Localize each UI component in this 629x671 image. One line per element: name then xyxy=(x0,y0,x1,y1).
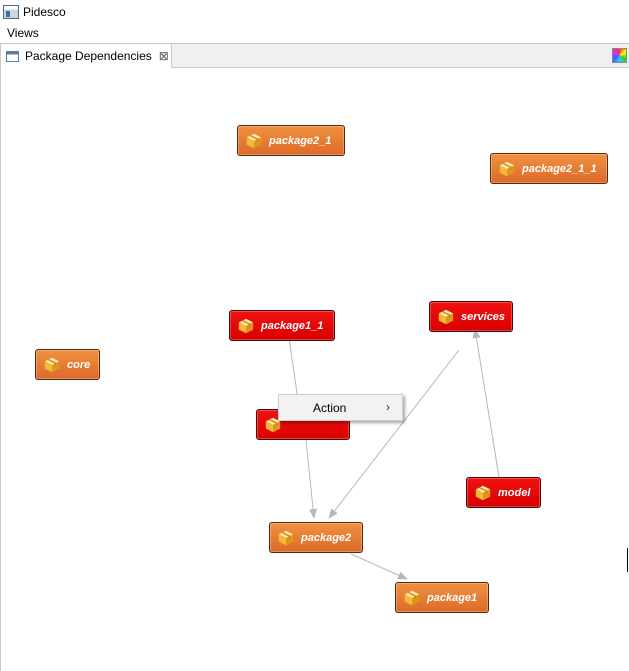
package-icon xyxy=(246,133,262,148)
context-menu: Action › xyxy=(278,394,403,421)
package-icon xyxy=(44,357,60,372)
package-icon xyxy=(438,309,454,324)
view-icon xyxy=(6,50,19,62)
edge-hidden-to-package2 xyxy=(305,439,318,519)
node-package2[interactable]: package2 xyxy=(269,522,363,553)
chevron-right-icon: › xyxy=(386,400,390,414)
view-frame: Package Dependencies ⊠ package2_1 packag… xyxy=(0,43,629,671)
edge-model-to-services xyxy=(472,328,500,478)
menu-views[interactable]: Views xyxy=(7,26,39,40)
node-package2-1[interactable]: package2_1 xyxy=(237,125,345,156)
view-tab-bar: Package Dependencies ⊠ xyxy=(1,44,629,68)
package-icon xyxy=(404,590,420,605)
window-title: Pidesco xyxy=(23,5,66,19)
node-services[interactable]: services xyxy=(429,301,513,332)
node-package1[interactable]: package1 xyxy=(395,582,489,613)
text-cursor xyxy=(627,548,628,572)
context-menu-item-label: Action xyxy=(313,400,347,415)
node-label: package2_1_1 xyxy=(522,162,597,175)
package-icon xyxy=(475,485,491,500)
node-label: model xyxy=(498,486,531,499)
node-model[interactable]: model xyxy=(466,477,541,508)
graph-canvas[interactable]: package2_1 package2_1_1 package1_1 servi… xyxy=(1,68,629,671)
node-label: package1 xyxy=(427,591,478,604)
package-icon xyxy=(499,161,515,176)
menu-bar: Views xyxy=(0,24,629,42)
node-package2-1-1[interactable]: package2_1_1 xyxy=(490,153,608,184)
node-package1-1[interactable]: package1_1 xyxy=(229,310,335,341)
package-icon xyxy=(238,318,254,333)
title-bar: Pidesco xyxy=(0,0,629,24)
node-label: core xyxy=(67,358,91,371)
window-icon xyxy=(3,5,19,19)
node-label: services xyxy=(461,310,506,323)
edge-package2-to-package1 xyxy=(350,553,408,580)
node-label: package2_1 xyxy=(269,134,332,147)
tab-label: Package Dependencies xyxy=(25,49,152,63)
package-icon xyxy=(278,530,294,545)
tab-package-dependencies[interactable]: Package Dependencies ⊠ xyxy=(1,44,172,68)
node-core[interactable]: core xyxy=(35,349,100,380)
close-icon[interactable]: ⊠ xyxy=(159,50,169,62)
node-label: package1_1 xyxy=(261,319,324,332)
node-label: package2 xyxy=(301,531,352,544)
context-menu-item-action[interactable]: Action › xyxy=(279,395,402,420)
color-palette-icon[interactable] xyxy=(612,48,627,63)
